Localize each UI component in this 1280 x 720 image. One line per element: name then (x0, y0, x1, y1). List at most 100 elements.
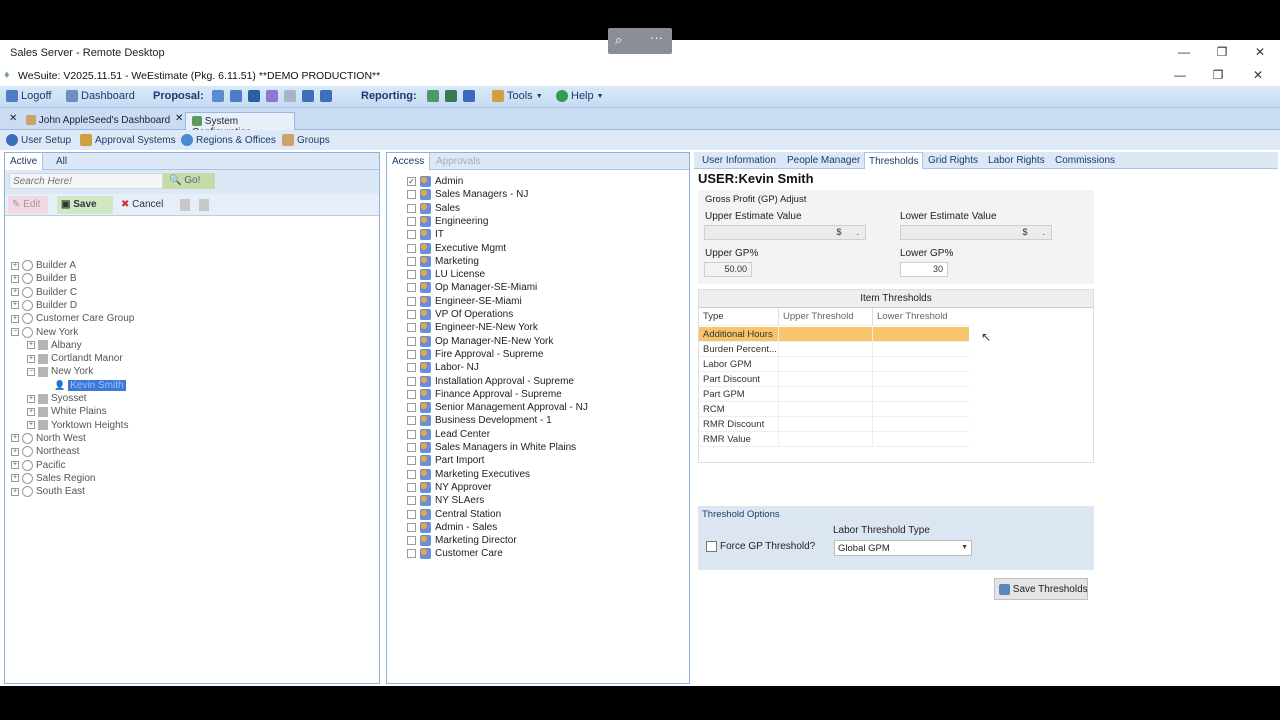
tree-item[interactable]: − New York (11, 326, 78, 339)
tree-item[interactable]: + Customer Care Group (11, 312, 134, 325)
table-row[interactable]: Burden Percent... (699, 342, 969, 357)
tree-item[interactable]: + Cortlandt Manor (27, 352, 123, 365)
group-checkbox[interactable] (407, 403, 416, 413)
group-checkbox[interactable] (407, 310, 416, 319)
row-lower-cell[interactable] (873, 417, 969, 432)
expand-icon[interactable]: − (11, 328, 19, 336)
expand-icon[interactable]: + (27, 407, 35, 416)
group-checkbox[interactable] (407, 469, 416, 479)
tools-menu[interactable]: Tools ▼ (492, 90, 543, 102)
list-item[interactable]: Lead Center (407, 428, 490, 441)
app-close-icon[interactable]: ✕ (1248, 67, 1268, 83)
subtab-user-setup[interactable]: User Setup (6, 134, 71, 146)
row-lower-cell[interactable] (873, 342, 969, 357)
row-lower-cell[interactable] (873, 432, 969, 447)
more-button[interactable]: ··· (650, 30, 663, 45)
app-restore-icon[interactable]: ❐ (1208, 67, 1228, 83)
group-checkbox[interactable] (407, 509, 416, 519)
expand-icon[interactable]: + (11, 434, 19, 443)
table-row[interactable]: Additional Hours (699, 327, 969, 342)
proposal-people-icon[interactable] (212, 90, 224, 102)
save-thresholds-button[interactable]: Save Thresholds (994, 578, 1088, 600)
group-checkbox[interactable] (407, 389, 416, 399)
list-item[interactable]: Business Development - 1 (407, 414, 552, 427)
list-item[interactable]: ✓ Admin (407, 175, 463, 188)
group-checkbox[interactable] (407, 283, 416, 293)
close-tab-icon[interactable]: ✕ (9, 113, 17, 124)
report-table-icon[interactable] (463, 90, 475, 102)
labor-type-select[interactable]: Global GPM ▼ (834, 540, 972, 556)
table-row[interactable]: Part Discount (699, 372, 969, 387)
list-item[interactable]: VP Of Operations (407, 308, 513, 321)
list-item[interactable]: Engineering (407, 215, 488, 228)
tree-item[interactable]: + Yorktown Heights (27, 419, 128, 432)
group-checkbox[interactable] (407, 216, 416, 226)
table-row[interactable]: Part GPM (699, 387, 969, 402)
subtab-regions-offices[interactable]: Regions & Offices (181, 134, 276, 146)
group-checkbox[interactable] (407, 496, 416, 506)
expand-icon[interactable]: + (11, 461, 19, 469)
list-item[interactable]: Senior Management Approval - NJ (407, 401, 588, 414)
tab-user-information[interactable]: User Information (702, 155, 776, 166)
row-lower-cell[interactable] (873, 357, 969, 372)
group-checkbox[interactable] (407, 429, 416, 439)
tab-active[interactable]: Active (5, 153, 44, 170)
expand-icon[interactable]: + (11, 487, 19, 496)
tree-item[interactable]: + North West (11, 432, 86, 445)
table-row[interactable]: Labor GPM (699, 357, 969, 372)
proposal-book-icon[interactable] (302, 90, 314, 102)
expand-icon[interactable]: + (11, 314, 19, 323)
group-checkbox[interactable] (407, 203, 416, 213)
col-upper-threshold[interactable]: Upper Threshold (779, 308, 873, 326)
tree-item[interactable]: + Builder D (11, 299, 77, 312)
group-checkbox[interactable] (407, 376, 416, 386)
group-checkbox[interactable] (407, 536, 416, 546)
tree-item[interactable]: + Pacific (11, 459, 65, 472)
magnifier-icon[interactable]: ⌕ (615, 32, 622, 48)
tree-item[interactable]: + White Plains (27, 405, 107, 418)
expand-icon[interactable]: + (27, 341, 35, 350)
col-lower-threshold[interactable]: Lower Threshold (873, 308, 969, 326)
row-upper-cell[interactable] (779, 432, 873, 447)
list-item[interactable]: Sales Managers - NJ (407, 188, 528, 201)
list-item[interactable]: IT (407, 228, 444, 241)
copy-icon[interactable] (180, 199, 190, 211)
tree-item[interactable]: + Builder B (11, 272, 77, 285)
group-checkbox[interactable] (407, 416, 416, 426)
tab-commissions[interactable]: Commissions (1055, 155, 1115, 166)
cancel-button[interactable]: ✖ Cancel (117, 196, 167, 214)
list-item[interactable]: Labor- NJ (407, 361, 479, 374)
list-item[interactable]: Engineer-SE-Miami (407, 295, 522, 308)
save-button[interactable]: ▣ Save (57, 196, 113, 214)
list-item[interactable]: Marketing Director (407, 534, 517, 547)
list-item[interactable]: Customer Care (407, 547, 503, 560)
list-item[interactable]: Admin - Sales (407, 521, 497, 534)
proposal-list-icon[interactable] (266, 90, 278, 102)
tree-item[interactable]: + Syosset (27, 392, 87, 405)
tree-item[interactable]: + Builder C (11, 286, 77, 299)
tab-approvals[interactable]: Approvals (436, 156, 480, 167)
group-checkbox[interactable] (407, 522, 416, 532)
row-lower-cell[interactable] (873, 387, 969, 402)
expand-icon[interactable]: + (27, 354, 35, 363)
logoff-button[interactable]: Logoff (6, 90, 51, 102)
proposal-tools-icon[interactable] (230, 90, 242, 102)
help-menu[interactable]: Help ▼ (556, 90, 604, 102)
tab-access[interactable]: Access (387, 153, 431, 170)
proposal-grid-icon[interactable] (248, 90, 260, 102)
row-upper-cell[interactable] (779, 417, 873, 432)
force-gp-checkbox[interactable] (706, 541, 717, 552)
list-item[interactable]: Central Station (407, 508, 501, 521)
expand-icon[interactable]: + (11, 474, 19, 483)
group-checkbox[interactable] (407, 230, 416, 240)
group-checkbox[interactable] (407, 190, 416, 200)
list-item[interactable]: LU License (407, 268, 485, 281)
row-upper-cell[interactable] (779, 327, 873, 342)
expand-icon[interactable]: + (11, 274, 19, 283)
search-input[interactable] (9, 173, 163, 189)
list-item[interactable]: Executive Mgmt (407, 242, 506, 255)
tab-dashboard[interactable]: John AppleSeed's Dashboard (20, 112, 176, 130)
proposal-report-icon[interactable] (320, 90, 332, 102)
list-item[interactable]: Marketing Executives (407, 468, 530, 481)
group-checkbox[interactable] (407, 549, 416, 559)
